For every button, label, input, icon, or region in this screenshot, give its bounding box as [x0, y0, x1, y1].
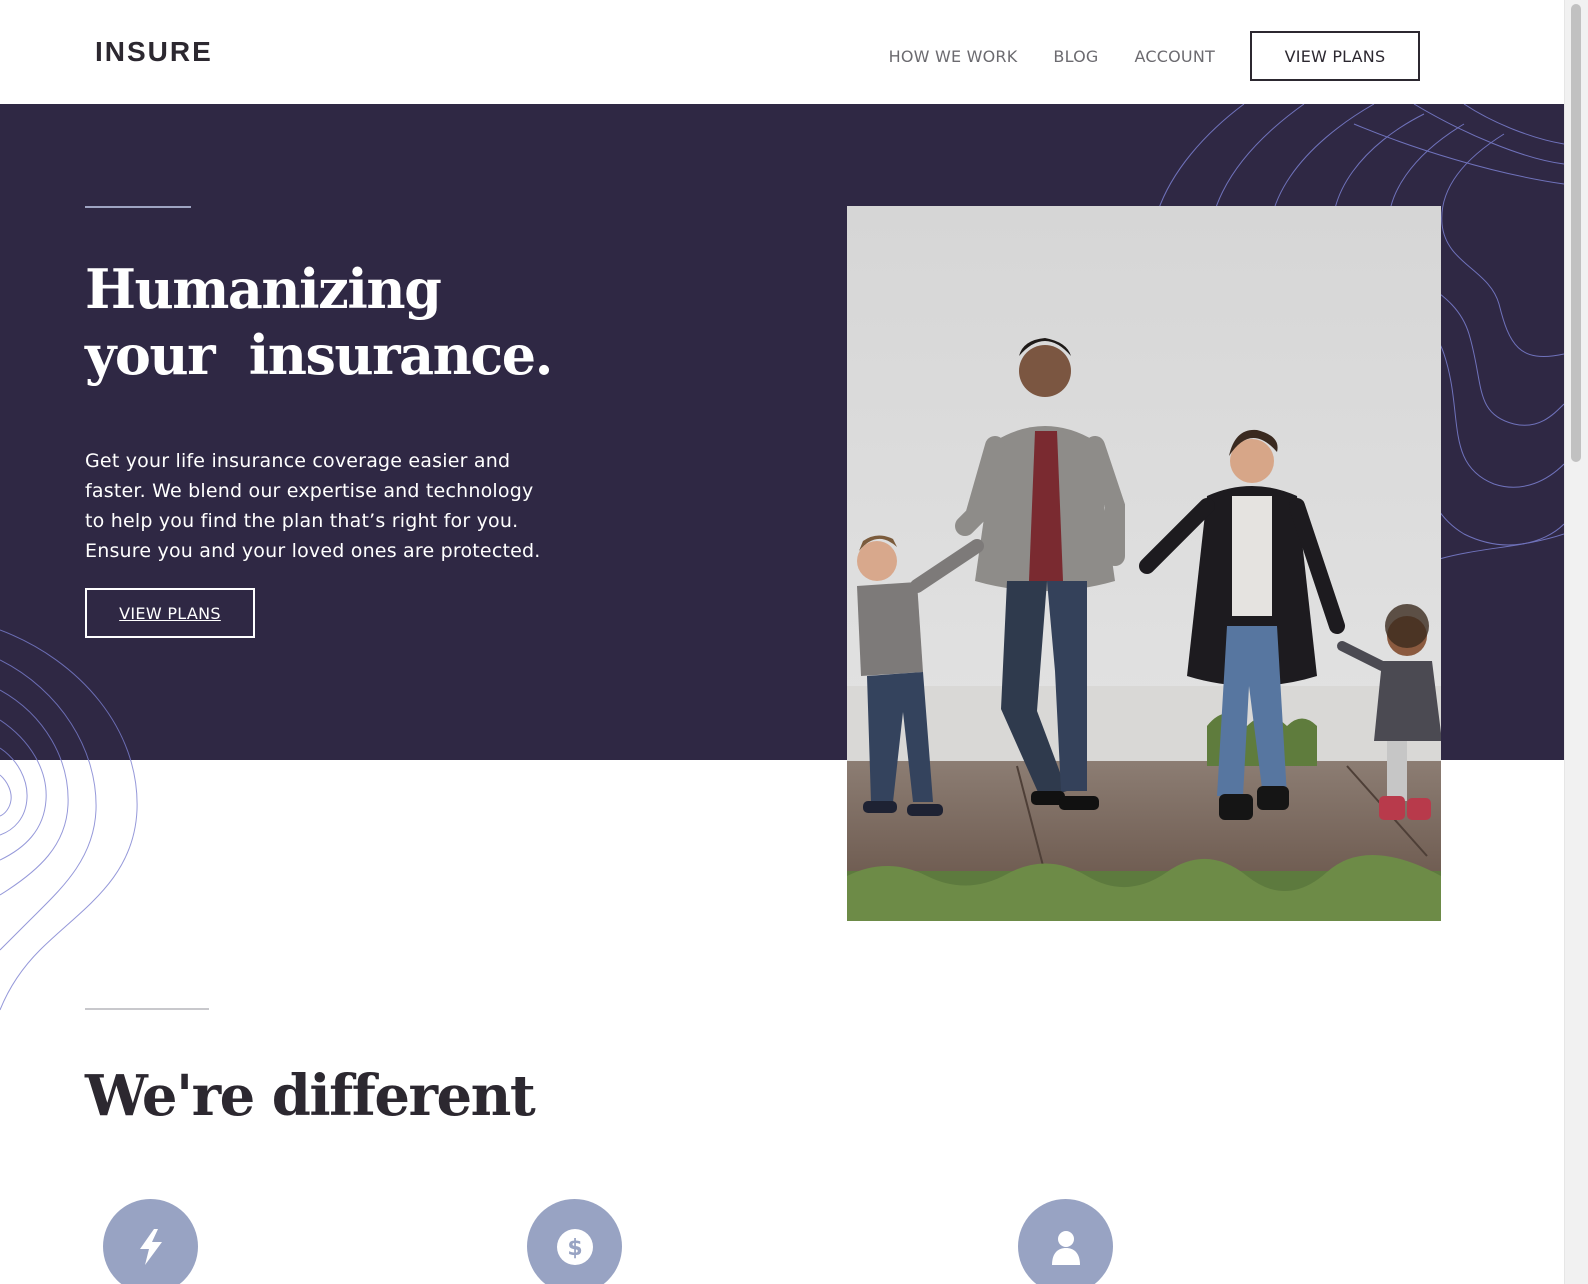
- page-scrollbar[interactable]: [1564, 0, 1588, 1284]
- family-photo-illustration: [847, 206, 1441, 921]
- nav-link-account[interactable]: ACCOUNT: [1135, 47, 1215, 66]
- feature-dollar: $: [527, 1199, 622, 1284]
- feature-lightning: [103, 1199, 198, 1284]
- logo[interactable]: INSURE: [95, 36, 213, 68]
- family-photo: [847, 206, 1441, 921]
- hero-title-line2: your insurance.: [85, 323, 553, 387]
- hero-description: Get your life insurance coverage easier …: [85, 450, 541, 562]
- header-view-plans-button[interactable]: VIEW PLANS: [1250, 31, 1420, 81]
- main-nav: HOW WE WORK BLOG ACCOUNT VIEW PLANS: [889, 31, 1420, 81]
- different-divider: [85, 1008, 209, 1010]
- lightning-icon: [139, 1228, 162, 1265]
- feature-person: [1018, 1199, 1113, 1284]
- hero-divider: [85, 206, 191, 208]
- nav-link-blog[interactable]: BLOG: [1053, 47, 1098, 66]
- person-icon: [1051, 1230, 1080, 1265]
- different-title: We're different: [85, 1063, 536, 1129]
- dollar-icon: $: [556, 1228, 593, 1265]
- hero-title: Humanizing your insurance.: [85, 256, 605, 388]
- nav-link-how-we-work[interactable]: HOW WE WORK: [889, 47, 1018, 66]
- page: INSURE HOW WE WORK BLOG ACCOUNT VIEW PLA…: [0, 0, 1588, 1284]
- site-header: INSURE HOW WE WORK BLOG ACCOUNT VIEW PLA…: [0, 0, 1564, 104]
- scrollbar-thumb[interactable]: [1571, 4, 1581, 462]
- left-contour-pattern: [0, 629, 138, 1011]
- hero-title-line1: Humanizing: [85, 257, 442, 321]
- svg-text:$: $: [567, 1236, 582, 1261]
